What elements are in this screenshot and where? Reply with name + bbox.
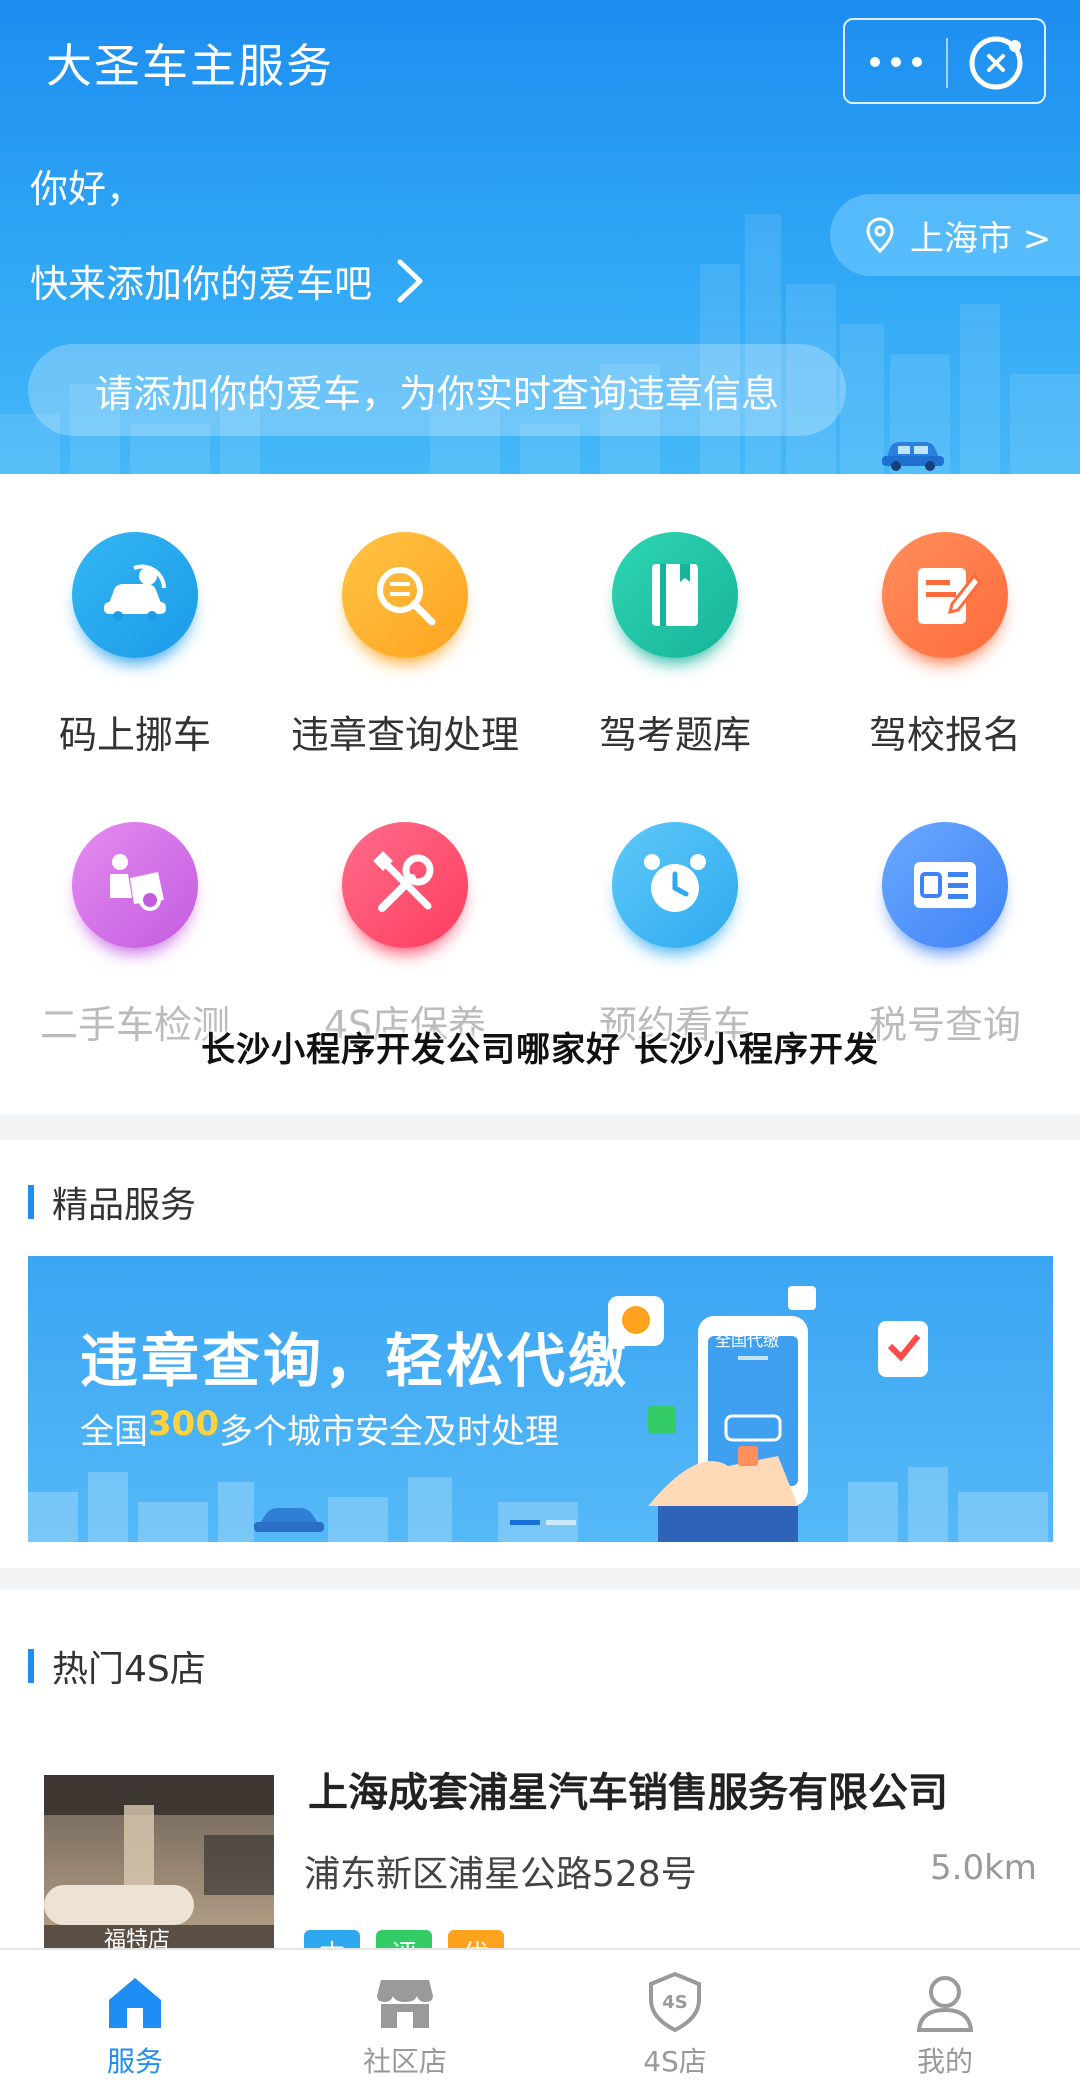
car-illustration-icon — [882, 442, 944, 471]
section-accent-bar — [28, 1185, 34, 1219]
close-mini-program-icon[interactable] — [965, 32, 1027, 94]
hint-text: 请添加你的爱车，为你实时查询违章信息 — [94, 371, 779, 416]
city-selector[interactable]: 上海市 > — [830, 194, 1080, 276]
tab-community-store[interactable]: 社区店 — [270, 1950, 540, 2090]
chevron-right-icon — [397, 259, 423, 302]
banner-sub-number: 300 — [148, 1404, 219, 1444]
tab-label: 社区店 — [362, 2045, 447, 2078]
service-item[interactable]: 码上挪车 — [0, 474, 270, 764]
app-title: 大圣车主服务 — [46, 39, 334, 93]
dealer-address: 浦东新区浦星公路528号 — [304, 1854, 697, 1895]
book-icon — [612, 532, 738, 658]
service-item[interactable]: 4S店保养 — [270, 764, 540, 1054]
phone-payment-illustration — [608, 1286, 928, 1542]
banner-sub-prefix: 全国 — [80, 1412, 148, 1452]
service-label: 码上挪车 — [58, 713, 211, 757]
banner-pagination — [510, 1520, 576, 1525]
tab-label: 4S店 — [643, 2045, 707, 2078]
wrench-icon — [342, 822, 468, 948]
overlay-article-title: 长沙小程序开发公司哪家好 长沙小程序开发 — [201, 1030, 879, 1070]
dealers-section-title: 热门4S店 — [52, 1649, 206, 1690]
showroom-illustration: 福特店 — [44, 1775, 274, 1950]
service-item[interactable]: 驾校报名 — [810, 474, 1080, 764]
premium-section-header: 精品服务 — [28, 1176, 196, 1228]
dealer-distance: 5.0km — [930, 1848, 1037, 1888]
add-car-hint-banner[interactable]: 请添加你的爱车，为你实时查询违章信息 — [28, 344, 846, 436]
tab-services[interactable]: 服务 — [0, 1950, 270, 2090]
service-grid: 码上挪车 违章查询处理 驾考题库 驾校报名二手车检测 4S店保养 预约看车 税号查询 — [0, 474, 1080, 1114]
service-item[interactable]: 预约看车 — [540, 764, 810, 1054]
add-car-label: 快来添加你的爱车吧 — [30, 262, 373, 306]
violation-banner[interactable]: 违章查询，轻松代缴 全国 300 多个城市安全及时处理 全国代缴 — [28, 1256, 1053, 1542]
location-pin-icon — [866, 217, 894, 253]
more-options-icon[interactable] — [865, 42, 927, 82]
banner-title: 违章查询，轻松代缴 — [80, 1327, 630, 1395]
service-item[interactable]: 税号查询 — [810, 764, 1080, 1054]
service-item[interactable]: 违章查询处理 — [270, 474, 540, 764]
pagination-dot-active[interactable] — [510, 1520, 540, 1525]
service-item[interactable]: 驾考题库 — [540, 474, 810, 764]
banner-subtitle: 全国 300 多个城市安全及时处理 — [80, 1404, 559, 1453]
signup-icon — [882, 532, 1008, 658]
premium-section-title: 精品服务 — [52, 1185, 197, 1226]
city-label: 上海市 > — [910, 218, 1052, 259]
pagination-dot[interactable] — [546, 1520, 576, 1525]
header: 大圣车主服务 你好， 快来添加你的爱车吧 上海市 > 请添加你的爱车，为你实时查… — [0, 0, 1080, 474]
4s-badge-icon: 4S — [649, 1971, 701, 2033]
greeting-text: 你好， — [30, 167, 145, 211]
section-accent-bar — [28, 1649, 34, 1683]
add-car-link[interactable]: 快来添加你的爱车吧 — [30, 253, 426, 308]
tab-label: 服务 — [106, 2045, 163, 2078]
dealers-section-header: 热门4S店 — [28, 1640, 206, 1692]
bottom-tab-bar: 服务 社区店 4S 4S店 我的 — [0, 1948, 1080, 2090]
banner-sub-suffix: 多个城市安全及时处理 — [218, 1412, 559, 1452]
capsule-divider — [946, 38, 948, 88]
service-label: 违章查询处理 — [290, 713, 519, 757]
used-car-check-icon — [72, 822, 198, 948]
home-icon — [109, 1978, 161, 2028]
violation-search-icon — [342, 532, 468, 658]
store-icon — [377, 1980, 433, 2028]
tab-4s-store[interactable]: 4S 4S店 — [540, 1950, 810, 2090]
phone-text-strip: 全国代缴 — [715, 1331, 779, 1350]
service-label: 驾校报名 — [868, 713, 1021, 757]
car-move-icon — [72, 532, 198, 658]
photo-caption: 福特店 — [104, 1928, 170, 1950]
service-item[interactable]: 二手车检测 — [0, 764, 270, 1054]
tab-label: 我的 — [916, 2045, 973, 2078]
dealer-photo: 福特店 — [44, 1775, 274, 1950]
dealer-name: 上海成套浦星汽车销售服务有限公司 — [308, 1770, 948, 1816]
alarm-clock-icon — [612, 822, 738, 948]
tab-profile[interactable]: 我的 — [810, 1950, 1080, 2090]
svg-text:4S: 4S — [662, 1992, 688, 2013]
service-label: 驾考题库 — [598, 713, 751, 757]
phone-screen-text: 全国代缴 — [715, 1331, 779, 1350]
profile-icon — [916, 1976, 974, 2032]
mini-program-capsule — [843, 18, 1046, 104]
tax-icon — [882, 822, 1008, 948]
